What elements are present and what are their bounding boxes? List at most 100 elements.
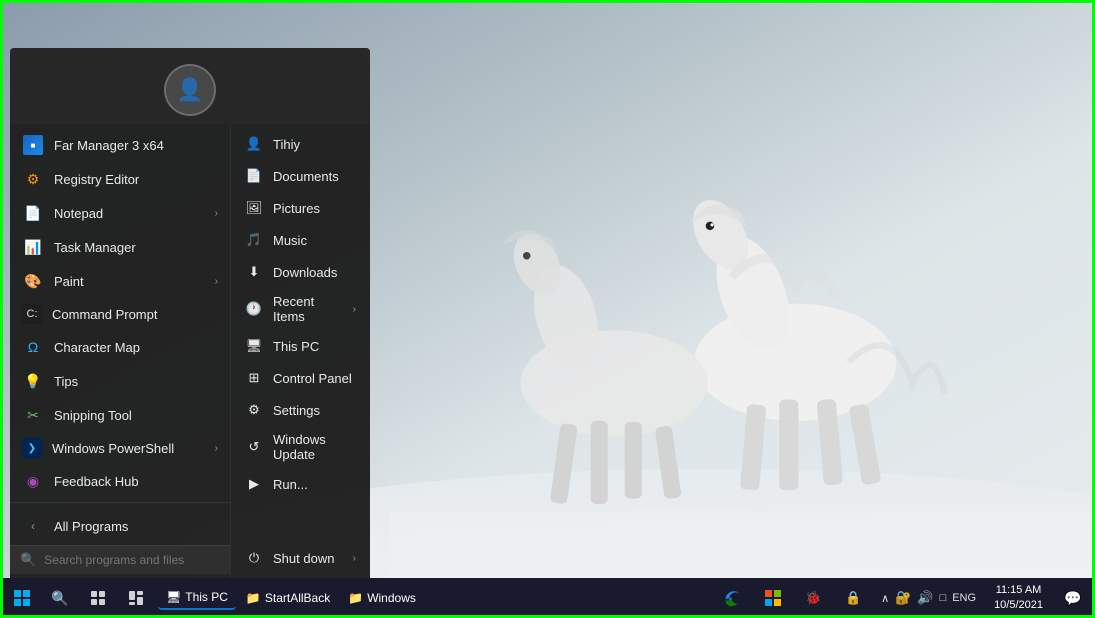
store-icon[interactable]: [755, 580, 791, 616]
start-right-control-panel[interactable]: ⊞ Control Panel: [231, 362, 370, 394]
control-panel-icon: ⊞: [245, 369, 263, 387]
system-tray: ∧ 🔐 🔊 □ ENG: [875, 590, 982, 606]
start-item-notepad[interactable]: 📄 Notepad ›: [10, 196, 230, 230]
recent-items-icon: 🕐: [245, 300, 263, 318]
start-right-user[interactable]: 👤 Tihiy: [231, 128, 370, 160]
music-icon: 🎵: [245, 231, 263, 249]
start-item-label: Character Map: [54, 340, 218, 355]
start-right-item-label: Pictures: [273, 201, 320, 216]
start-item-far-manager[interactable]: ■ Far Manager 3 x64: [10, 128, 230, 162]
start-button[interactable]: [4, 580, 40, 616]
start-item-label: Command Prompt: [52, 307, 218, 322]
submenu-arrow: ›: [353, 553, 356, 564]
submenu-arrow: ›: [215, 443, 218, 454]
start-right-item-label: Settings: [273, 403, 320, 418]
start-item-snipping-tool[interactable]: ✂ Snipping Tool: [10, 398, 230, 432]
all-programs-icon: ‹: [22, 515, 44, 537]
start-menu: 👤 ■ Far Manager 3 x64 ⚙ Registry Editor …: [10, 48, 370, 578]
start-right-item-label: Tihiy: [273, 137, 300, 152]
start-all-programs[interactable]: ‹ All Programs: [10, 507, 230, 545]
start-right-item-label: Music: [273, 233, 307, 248]
start-right-windows-update[interactable]: ↺ Windows Update: [231, 426, 370, 468]
start-item-label: Registry Editor: [54, 172, 218, 187]
lock-icon[interactable]: 🔒: [835, 580, 871, 616]
registry-editor-icon: ⚙: [22, 168, 44, 190]
snipping-tool-icon: ✂: [22, 404, 44, 426]
task-view-button[interactable]: [80, 580, 116, 616]
start-right-item-label: Run...: [273, 477, 308, 492]
start-right-shut-down[interactable]: ⏻ Shut down ›: [231, 542, 370, 574]
chevron-up-icon[interactable]: ∧: [881, 592, 889, 605]
start-item-label: Feedback Hub: [54, 474, 218, 489]
pictures-icon: 🖼: [245, 199, 263, 217]
character-map-icon: Ω: [22, 336, 44, 358]
documents-icon: 📄: [245, 167, 263, 185]
task-manager-icon: 📊: [22, 236, 44, 258]
this-pc-icon: 🖥: [166, 590, 181, 604]
start-right-documents[interactable]: 📄 Documents: [231, 160, 370, 192]
display-icon[interactable]: □: [940, 592, 947, 604]
start-item-label: Tips: [54, 374, 218, 389]
user-avatar[interactable]: 👤: [164, 64, 216, 116]
start-item-command-prompt[interactable]: C: Command Prompt: [10, 298, 230, 330]
taskbar-right: 🐞 🔒 ∧ 🔐 🔊 □ ENG 11:15 AM 10/5/2021 💬: [715, 580, 1091, 616]
start-item-character-map[interactable]: Ω Character Map: [10, 330, 230, 364]
lang-indicator[interactable]: ENG: [952, 592, 976, 604]
start-left-column: ■ Far Manager 3 x64 ⚙ Registry Editor 📄 …: [10, 124, 230, 578]
start-search-box[interactable]: 🔍: [10, 545, 230, 574]
run-icon: ▶: [245, 475, 263, 493]
taskbar-search-button[interactable]: 🔍: [42, 580, 78, 616]
start-right-item-label: Downloads: [273, 265, 337, 280]
submenu-arrow: ›: [215, 276, 218, 287]
person-icon[interactable]: 🐞: [795, 580, 831, 616]
powershell-icon: ❯: [22, 438, 42, 458]
start-right-this-pc[interactable]: 🖥 This PC: [231, 330, 370, 362]
shut-down-icon: ⏻: [245, 549, 263, 567]
notification-button[interactable]: 💬: [1055, 580, 1091, 616]
paint-icon: 🎨: [22, 270, 44, 292]
start-right-item-label: Windows Update: [273, 432, 356, 462]
start-item-feedback-hub[interactable]: ◉ Feedback Hub: [10, 464, 230, 498]
start-item-paint[interactable]: 🎨 Paint ›: [10, 264, 230, 298]
start-user-section: 👤: [10, 48, 370, 124]
start-item-label: Task Manager: [54, 240, 218, 255]
feedback-hub-icon: ◉: [22, 470, 44, 492]
taskbar-app-this-pc[interactable]: 🖥 This PC: [158, 586, 236, 610]
start-item-label: Paint: [54, 274, 205, 289]
start-item-tips[interactable]: 💡 Tips: [10, 364, 230, 398]
taskbar-app-startallback[interactable]: 📁 StartAllBack: [238, 587, 338, 609]
start-item-powershell[interactable]: ❯ Windows PowerShell ›: [10, 432, 230, 464]
taskbar-clock[interactable]: 11:15 AM 10/5/2021: [986, 583, 1051, 614]
windows-icon: 📁: [348, 591, 363, 605]
start-right-settings[interactable]: ⚙ Settings: [231, 394, 370, 426]
start-item-label: Windows PowerShell: [52, 441, 205, 456]
start-right-downloads[interactable]: ⬇ Downloads: [231, 256, 370, 288]
app-label: This PC: [185, 590, 228, 604]
network-icon[interactable]: 🔐: [895, 590, 911, 606]
windows-update-icon: ↺: [245, 438, 263, 456]
search-input[interactable]: [44, 553, 220, 567]
start-right-column: 👤 Tihiy 📄 Documents 🖼 Pictures 🎵 Music ⬇: [230, 124, 370, 578]
start-right-run[interactable]: ▶ Run...: [231, 468, 370, 500]
far-manager-icon: ■: [22, 134, 44, 156]
start-right-recent-items[interactable]: 🕐 Recent Items ›: [231, 288, 370, 330]
downloads-icon: ⬇: [245, 263, 263, 281]
start-item-label: Snipping Tool: [54, 408, 218, 423]
start-right-pictures[interactable]: 🖼 Pictures: [231, 192, 370, 224]
notepad-icon: 📄: [22, 202, 44, 224]
settings-icon: ⚙: [245, 401, 263, 419]
volume-icon[interactable]: 🔊: [917, 590, 933, 606]
taskbar-app-windows[interactable]: 📁 Windows: [340, 587, 424, 609]
start-right-music[interactable]: 🎵 Music: [231, 224, 370, 256]
widgets-button[interactable]: [118, 580, 154, 616]
taskbar: 🔍 🖥 This PC: [0, 578, 1095, 618]
command-prompt-icon: C:: [22, 304, 42, 324]
search-icon: 🔍: [51, 590, 68, 607]
submenu-arrow: ›: [353, 304, 356, 315]
start-item-registry-editor[interactable]: ⚙ Registry Editor: [10, 162, 230, 196]
start-body: ■ Far Manager 3 x64 ⚙ Registry Editor 📄 …: [10, 124, 370, 578]
startallback-icon: 📁: [246, 591, 261, 605]
clock-date: 10/5/2021: [994, 598, 1043, 613]
start-item-task-manager[interactable]: 📊 Task Manager: [10, 230, 230, 264]
edge-icon[interactable]: [715, 580, 751, 616]
